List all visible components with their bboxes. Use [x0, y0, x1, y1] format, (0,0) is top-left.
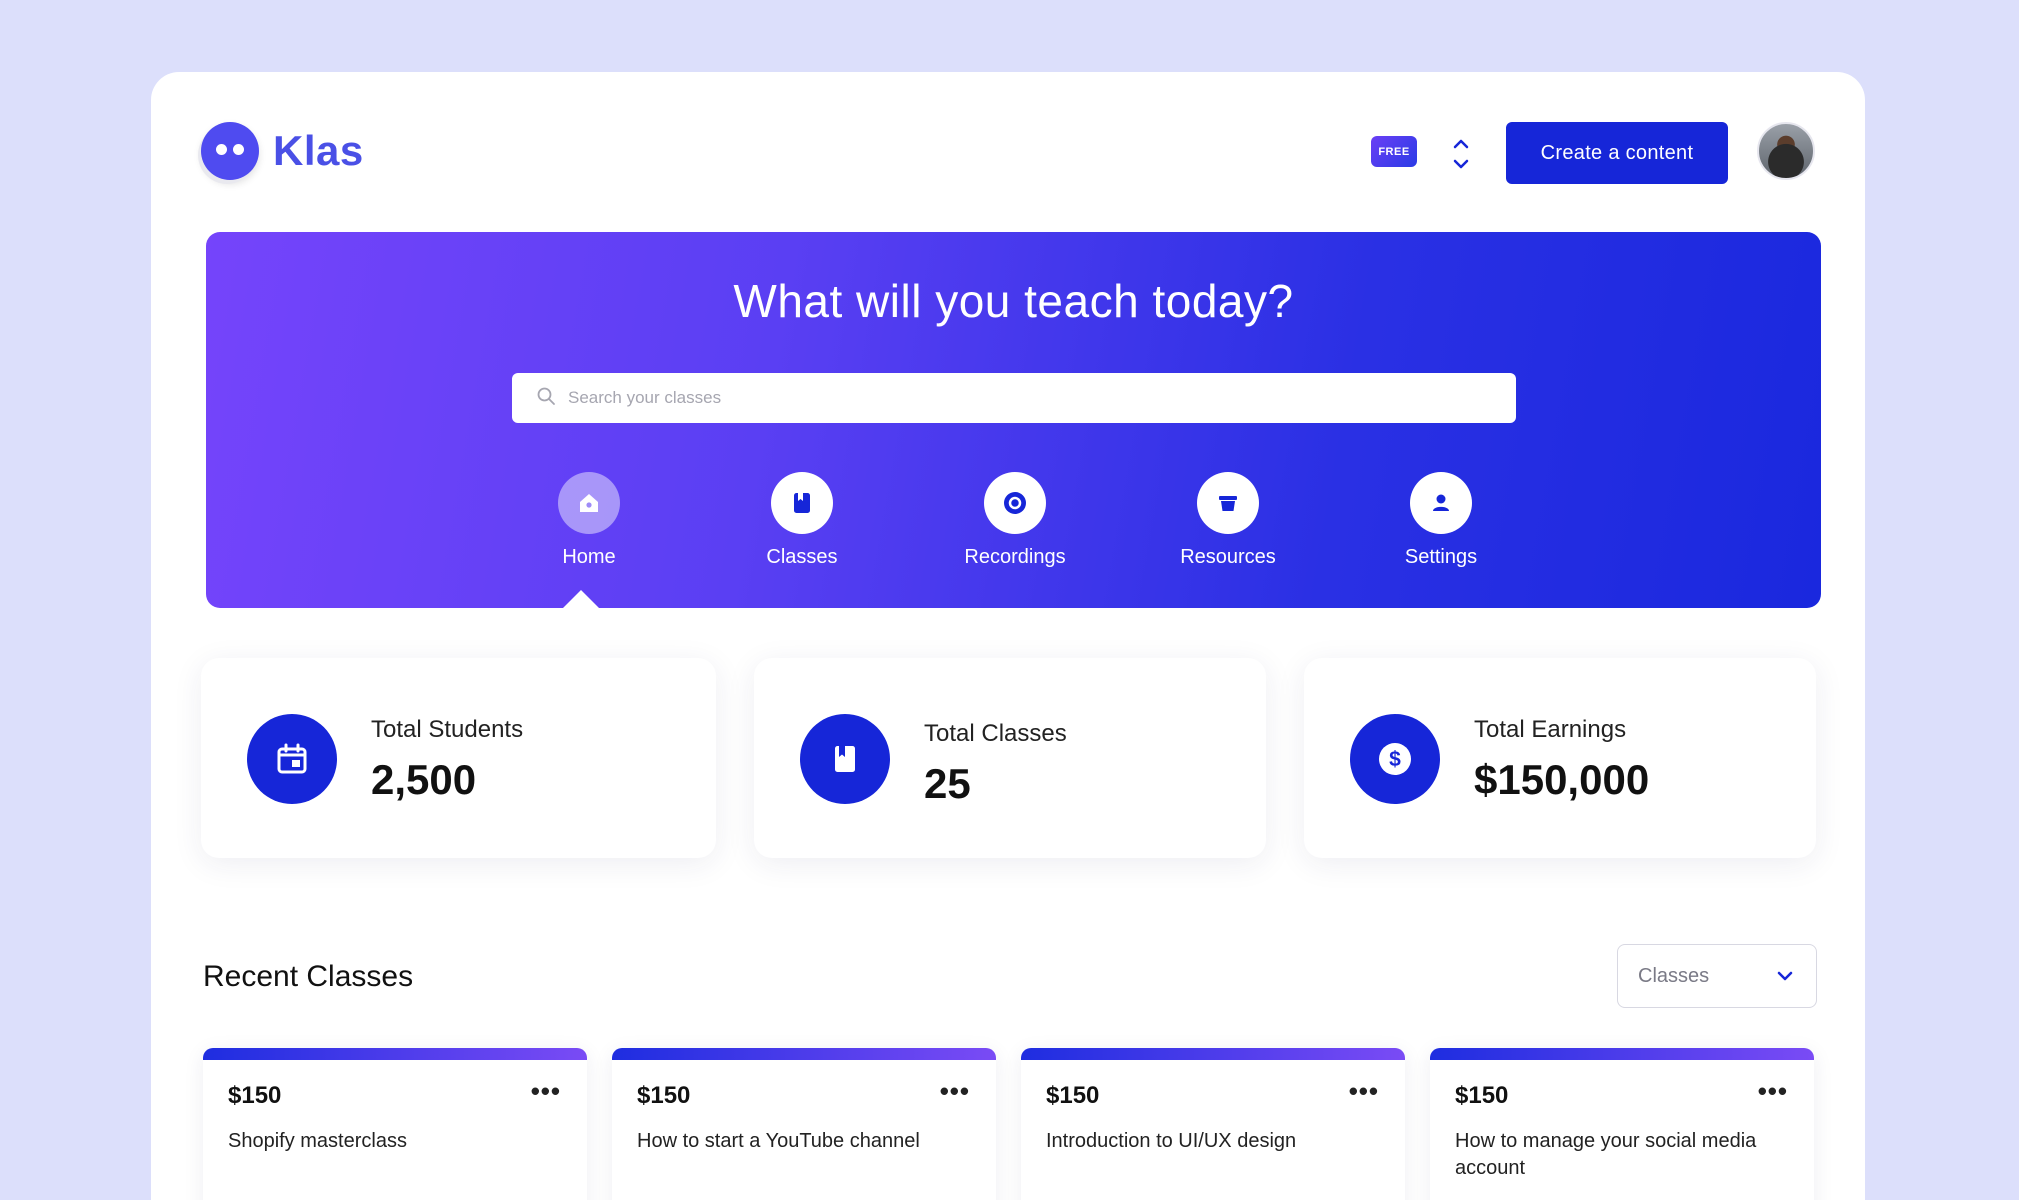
class-card-accent — [1021, 1048, 1405, 1060]
active-nav-pointer — [563, 590, 599, 608]
search-bar[interactable] — [512, 373, 1516, 423]
plan-switcher-chevrons-icon[interactable] — [1446, 134, 1476, 174]
hero-title: What will you teach today? — [733, 275, 1294, 327]
class-title: Introduction to UI/UX design — [1046, 1130, 1297, 1152]
brand-name: Klas — [273, 127, 364, 174]
home-icon — [558, 472, 620, 534]
stat-label: Total Students — [371, 716, 524, 743]
dollar-icon: $ — [1350, 714, 1440, 804]
svg-text:$: $ — [1389, 748, 1401, 771]
nav-label-classes: Classes — [766, 546, 838, 568]
stat-label: Total Earnings — [1474, 716, 1627, 743]
record-icon — [984, 472, 1046, 534]
more-options-icon[interactable]: ••• — [940, 1078, 970, 1104]
class-title: How to manage your social media account — [1455, 1130, 1757, 1179]
nav-item-settings[interactable]: Settings — [1371, 472, 1511, 569]
calendar-icon — [247, 714, 337, 804]
class-price: $150 — [1455, 1082, 1509, 1109]
stat-card-earnings: $ Total Earnings $150,000 — [1304, 658, 1816, 858]
class-card[interactable]: $150 ••• How to manage your social media… — [1430, 1048, 1814, 1200]
brand-logo[interactable]: Klas — [201, 122, 364, 180]
stat-value: $150,000 — [1474, 756, 1650, 803]
stat-card-students: Total Students 2,500 — [201, 658, 716, 858]
class-card[interactable]: $150 ••• Shopify masterclass — [203, 1048, 587, 1200]
more-options-icon[interactable]: ••• — [531, 1078, 561, 1104]
class-filter-value: Classes — [1638, 964, 1710, 987]
class-filter-dropdown[interactable]: Classes — [1617, 944, 1817, 1008]
class-card-accent — [203, 1048, 587, 1060]
class-title: Shopify masterclass — [228, 1130, 407, 1152]
nav-item-home[interactable]: Home — [519, 472, 659, 569]
app-window: Klas FREE Create a content What will you… — [151, 72, 1865, 1200]
nav-item-classes[interactable]: Classes — [732, 472, 872, 569]
logo-icon — [201, 122, 259, 180]
class-price: $150 — [637, 1082, 691, 1109]
stat-card-classes: Total Classes 25 — [754, 658, 1266, 858]
search-input[interactable] — [568, 388, 1468, 408]
stat-value: 2,500 — [371, 756, 477, 803]
nav-item-recordings[interactable]: Recordings — [945, 472, 1085, 569]
chevron-down-icon — [1776, 965, 1794, 988]
book-icon — [771, 472, 833, 534]
class-price: $150 — [1046, 1082, 1100, 1109]
basket-icon — [1197, 472, 1259, 534]
nav-item-resources[interactable]: Resources — [1158, 472, 1298, 569]
hero-banner: What will you teach today? Home — [206, 232, 1821, 608]
nav-label-settings: Settings — [1404, 546, 1478, 568]
book-icon — [800, 714, 890, 804]
stat-label: Total Classes — [924, 720, 1067, 747]
section-title-recent-classes: Recent Classes — [203, 960, 414, 993]
nav-label-home: Home — [562, 546, 616, 568]
class-card[interactable]: $150 ••• Introduction to UI/UX design — [1021, 1048, 1405, 1200]
class-title: How to start a YouTube channel — [637, 1130, 920, 1152]
plan-badge: FREE — [1371, 136, 1417, 167]
stat-value: 25 — [924, 760, 971, 807]
class-price: $150 — [228, 1082, 282, 1109]
user-icon — [1410, 472, 1472, 534]
class-card[interactable]: $150 ••• How to start a YouTube channel — [612, 1048, 996, 1200]
nav-label-recordings: Recordings — [964, 546, 1066, 568]
user-avatar[interactable] — [1757, 122, 1815, 180]
more-options-icon[interactable]: ••• — [1349, 1078, 1379, 1104]
class-card-accent — [612, 1048, 996, 1060]
create-content-button[interactable]: Create a content — [1506, 122, 1728, 184]
search-icon — [536, 386, 556, 411]
more-options-icon[interactable]: ••• — [1758, 1078, 1788, 1104]
class-card-accent — [1430, 1048, 1814, 1060]
nav-label-resources: Resources — [1180, 546, 1276, 568]
